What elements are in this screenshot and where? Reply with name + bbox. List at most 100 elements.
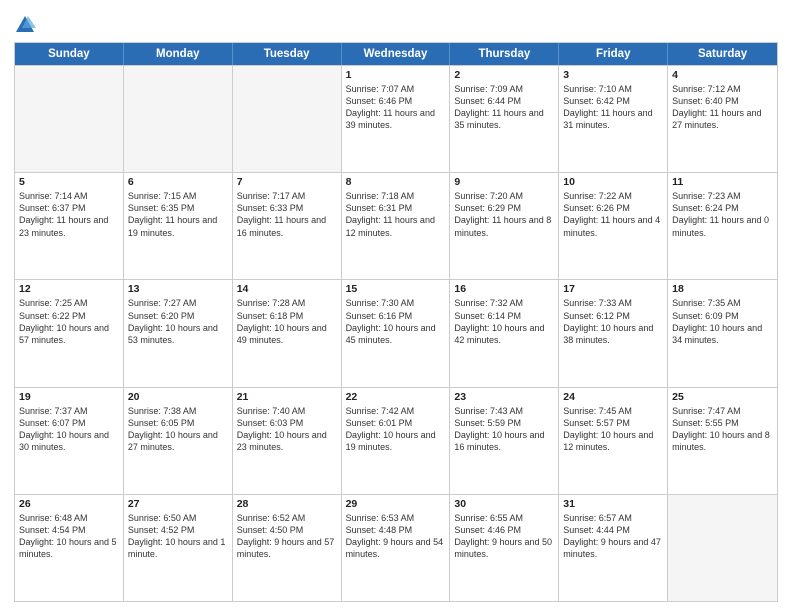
sunset-text: Sunset: 4:44 PM (563, 524, 663, 536)
sunset-text: Sunset: 6:07 PM (19, 417, 119, 429)
daylight-text: Daylight: 10 hours and 1 minute. (128, 536, 228, 560)
day-number: 5 (19, 176, 119, 188)
sunset-text: Sunset: 4:48 PM (346, 524, 446, 536)
day-number: 29 (346, 498, 446, 510)
sunset-text: Sunset: 6:18 PM (237, 310, 337, 322)
sunset-text: Sunset: 6:01 PM (346, 417, 446, 429)
calendar-cell: 20 Sunrise: 7:38 AMSunset: 6:05 PMDayligh… (124, 388, 233, 494)
calendar-body: 1 Sunrise: 7:07 AMSunset: 6:46 PM Daylight… (15, 65, 777, 601)
sunrise-text: Sunrise: 7:14 AM (19, 190, 119, 202)
sunset-text: Sunset: 6:46 PM (346, 95, 446, 107)
sunrise-text: Sunrise: 7:27 AM (128, 297, 228, 309)
sunrise-text: Sunrise: 7:33 AM (563, 297, 663, 309)
calendar-cell: 3Sunrise: 7:10 AMSunset: 6:42 PMDaylight… (559, 66, 668, 172)
sunset-text: Sunset: 6:16 PM (346, 310, 446, 322)
day-number: 20 (128, 391, 228, 403)
calendar-cell: 18Sunrise: 7:35 AMSunset: 6:09 PMDayligh… (668, 280, 777, 386)
sunrise-text: Sunrise: 7:32 AM (454, 297, 554, 309)
calendar-cell: 11Sunrise: 7:23 AMSunset: 6:24 PMDayligh… (668, 173, 777, 279)
calendar-cell: 14Sunrise: 7:28 AMSunset: 6:18 PMDayligh… (233, 280, 342, 386)
sunset-text: Sunset: 6:22 PM (19, 310, 119, 322)
day-number: 22 (346, 391, 446, 403)
day-number: 28 (237, 498, 337, 510)
sunrise-text: Sunrise: 7:45 AM (563, 405, 663, 417)
sunrise-text: Sunrise: 7:22 AM (563, 190, 663, 202)
day-header-sunday: Sunday (15, 43, 124, 65)
calendar-cell: 23Sunrise: 7:43 AMSunset: 5:59 PMDayligh… (450, 388, 559, 494)
sunset-text: Sunset: 6:42 PM (563, 95, 663, 107)
day-number: 26 (19, 498, 119, 510)
sunset-text: Sunset: 6:35 PM (128, 202, 228, 214)
daylight-text: Daylight: 11 hours and 16 minutes. (237, 214, 337, 238)
calendar-cell: 19Sunrise: 7:37 AMSunset: 6:07 PMDayligh… (15, 388, 124, 494)
sunrise-text: Sunrise: 7:42 AM (346, 405, 446, 417)
day-number: 8 (346, 176, 446, 188)
daylight-text: Daylight: 10 hours and 49 minutes. (237, 322, 337, 346)
day-number: 6 (128, 176, 228, 188)
daylight-text: Daylight: 11 hours and 8 minutes. (454, 214, 554, 238)
sunrise-text: Sunrise: 7:30 AM (346, 297, 446, 309)
daylight-text: Daylight: 9 hours and 47 minutes. (563, 536, 663, 560)
calendar-cell: 10Sunrise: 7:22 AMSunset: 6:26 PMDayligh… (559, 173, 668, 279)
calendar-cell: 29Sunrise: 6:53 AMSunset: 4:48 PMDayligh… (342, 495, 451, 601)
calendar-cell: 17Sunrise: 7:33 AMSunset: 6:12 PMDayligh… (559, 280, 668, 386)
sunrise-text: Sunrise: 6:53 AM (346, 512, 446, 524)
sunrise-text: Sunrise: 7:10 AM (563, 83, 663, 95)
sunrise-text: Sunrise: 7:43 AM (454, 405, 554, 417)
calendar-cell: 4Sunrise: 7:12 AMSunset: 6:40 PMDaylight… (668, 66, 777, 172)
daylight-text: Daylight: 11 hours and 27 minutes. (672, 107, 773, 131)
sunset-text: Sunset: 6:03 PM (237, 417, 337, 429)
sunset-text: Sunset: 6:09 PM (672, 310, 773, 322)
day-number: 7 (237, 176, 337, 188)
sunrise-text: Sunrise: 7:15 AM (128, 190, 228, 202)
calendar-cell: 9Sunrise: 7:20 AMSunset: 6:29 PMDaylight… (450, 173, 559, 279)
sunset-text: Sunset: 6:05 PM (128, 417, 228, 429)
calendar-cell (15, 66, 124, 172)
sunset-text: Sunset: 6:44 PM (454, 95, 554, 107)
sunset-text: Sunset: 6:31 PM (346, 202, 446, 214)
calendar-cell: 25Sunrise: 7:47 AMSunset: 5:55 PMDayligh… (668, 388, 777, 494)
calendar-cell: 31Sunrise: 6:57 AMSunset: 4:44 PMDayligh… (559, 495, 668, 601)
daylight-text: Daylight: 10 hours and 16 minutes. (454, 429, 554, 453)
daylight-text: Daylight: 10 hours and 23 minutes. (237, 429, 337, 453)
day-number: 12 (19, 283, 119, 295)
day-number: 1 (346, 69, 446, 81)
calendar-cell: 16Sunrise: 7:32 AMSunset: 6:14 PMDayligh… (450, 280, 559, 386)
day-number: 25 (672, 391, 773, 403)
daylight-text: Daylight: 10 hours and 38 minutes. (563, 322, 663, 346)
calendar-cell: 1Sunrise: 7:07 AMSunset: 6:46 PMDaylight… (342, 66, 451, 172)
day-number: 31 (563, 498, 663, 510)
daylight-text: Daylight: 11 hours and 31 minutes. (563, 107, 663, 131)
day-number: 17 (563, 283, 663, 295)
day-number: 11 (672, 176, 773, 188)
calendar-week-5: 26Sunrise: 6:48 AMSunset: 4:54 PMDayligh… (15, 494, 777, 601)
sunrise-text: Sunrise: 7:18 AM (346, 190, 446, 202)
sunset-text: Sunset: 5:57 PM (563, 417, 663, 429)
daylight-text: Daylight: 9 hours and 57 minutes. (237, 536, 337, 560)
sunset-text: Sunset: 6:40 PM (672, 95, 773, 107)
day-header-saturday: Saturday (668, 43, 777, 65)
sunrise-text: Sunrise: 7:23 AM (672, 190, 773, 202)
sunset-text: Sunset: 6:33 PM (237, 202, 337, 214)
sunrise-text: Sunrise: 7:35 AM (672, 297, 773, 309)
calendar-cell: 13Sunrise: 7:27 AMSunset: 6:20 PMDayligh… (124, 280, 233, 386)
day-number: 24 (563, 391, 663, 403)
calendar-cell: 22Sunrise: 7:42 AMSunset: 6:01 PMDayligh… (342, 388, 451, 494)
day-number: 30 (454, 498, 554, 510)
day-number: 4 (672, 69, 773, 81)
day-number: 2 (454, 69, 554, 81)
daylight-text: Daylight: 11 hours and 35 minutes. (454, 107, 554, 131)
sunrise-text: Sunrise: 7:25 AM (19, 297, 119, 309)
calendar-cell: 30Sunrise: 6:55 AMSunset: 4:46 PMDayligh… (450, 495, 559, 601)
daylight-text: Daylight: 10 hours and 27 minutes. (128, 429, 228, 453)
daylight-text: Daylight: 11 hours and 19 minutes. (128, 214, 228, 238)
sunset-text: Sunset: 6:26 PM (563, 202, 663, 214)
day-number: 13 (128, 283, 228, 295)
sunrise-text: Sunrise: 7:38 AM (128, 405, 228, 417)
daylight-text: Daylight: 10 hours and 53 minutes. (128, 322, 228, 346)
sunset-text: Sunset: 6:37 PM (19, 202, 119, 214)
calendar-week-1: 1 Sunrise: 7:07 AMSunset: 6:46 PM Daylight… (15, 65, 777, 172)
sunrise-text: Sunrise: 7:07 AM (346, 83, 446, 95)
page: SundayMondayTuesdayWednesdayThursdayFrid… (0, 0, 792, 612)
daylight-text: Daylight: 11 hours and 0 minutes. (672, 214, 773, 238)
